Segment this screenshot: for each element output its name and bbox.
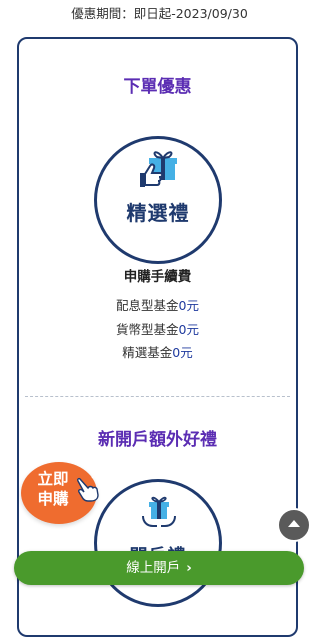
pointing-hand-icon	[77, 476, 99, 502]
fee-item: 配息型基金0元	[19, 295, 296, 314]
new-account-offer-title: 新開戶額外好禮	[98, 430, 217, 450]
arrow-up-icon	[288, 520, 300, 527]
fee-item-name: 貨幣型基金	[116, 322, 179, 337]
fee-item-value: 0元	[172, 345, 193, 360]
scroll-to-top-button[interactable]	[277, 508, 311, 542]
open-account-label: 線上開戶	[126, 560, 181, 576]
open-account-online-button[interactable]: 線上開戶 ›	[14, 551, 304, 585]
fee-heading: 申購手續費	[123, 269, 192, 285]
fee-item-value: 0元	[178, 322, 199, 337]
fee-item-name: 精選基金	[122, 345, 173, 360]
fee-item: 貨幣型基金0元	[19, 319, 296, 338]
buy-now-button[interactable]: 立即申購	[21, 462, 99, 524]
fee-item-value: 0元	[178, 298, 199, 313]
account-gift-badge: 開戶禮	[94, 479, 222, 607]
gift-badge: 精選禮	[94, 136, 222, 264]
section-divider	[25, 396, 290, 397]
buy-now-label: 立即申購	[37, 470, 69, 508]
gift-badge-label: 精選禮	[126, 201, 190, 225]
fee-item: 精選基金0元	[19, 342, 296, 361]
fee-item-name: 配息型基金	[116, 298, 179, 313]
promo-period: 優惠期間：即日起-2023/09/30	[71, 6, 248, 21]
promo-card: 下單優惠 精選禮 申購手續費 配息型基金0元 貨幣型基金0元 精選基金0元 新開…	[17, 37, 298, 637]
gift-thumbs-up-icon	[140, 151, 177, 187]
order-offer-title: 下單優惠	[123, 77, 192, 97]
gift-hands-icon	[142, 496, 176, 527]
chevron-right-icon: ›	[186, 560, 192, 576]
